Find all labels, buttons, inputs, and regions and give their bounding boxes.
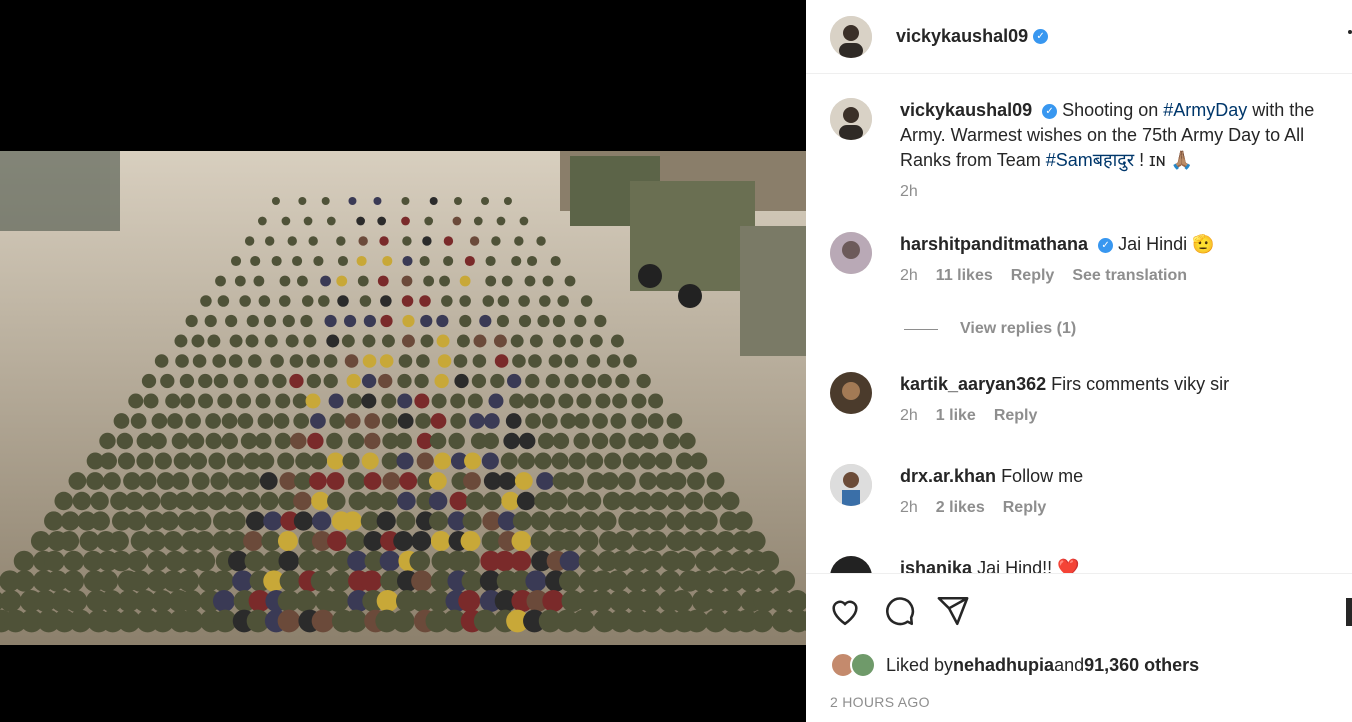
liker-username[interactable]: nehadhupia: [953, 655, 1054, 676]
post-timestamp: 2 HOURS AGO: [830, 694, 930, 710]
caption-avatar[interactable]: [830, 98, 872, 140]
commenter-username[interactable]: drx.ar.khan: [900, 466, 996, 486]
comment-item: harshitpanditmathana ✓ Jai Hindi 🫡 2h 11…: [830, 232, 1340, 285]
media-area: [0, 0, 806, 722]
caption-username[interactable]: vickykaushal09: [900, 100, 1032, 120]
post-sidebar: vickykaushal09 ✓ vickykaushal09 ✓ Shooti…: [806, 0, 1352, 722]
reply-button[interactable]: Reply: [1011, 267, 1055, 285]
comments-list: vickykaushal09 ✓ Shooting on #ArmyDay wi…: [806, 74, 1352, 573]
instagram-post-view: vickykaushal09 ✓ vickykaushal09 ✓ Shooti…: [0, 0, 1352, 722]
caption-time: 2h: [900, 183, 918, 200]
comment-time: 2h: [900, 407, 918, 424]
comment-text: Jai Hind!! ❤️: [977, 558, 1080, 573]
comment-likes[interactable]: 11 likes: [936, 267, 993, 285]
comment-text: Follow me: [1001, 466, 1084, 486]
comment-likes[interactable]: 1 like: [936, 407, 976, 425]
comment-text: Firs comments viky sir: [1051, 374, 1230, 394]
commenter-avatar[interactable]: [830, 556, 872, 573]
save-icon[interactable]: [1346, 598, 1352, 626]
hashtag-link[interactable]: #ArmyDay: [1163, 100, 1247, 120]
reply-button[interactable]: Reply: [1003, 499, 1047, 517]
verified-icon: ✓: [1033, 29, 1049, 44]
heart-icon[interactable]: [828, 594, 862, 628]
hashtag-link[interactable]: #Samबहादुर: [1046, 150, 1134, 170]
comment-time: 2h: [900, 267, 918, 284]
view-replies-label: View replies (1): [960, 320, 1077, 337]
comment-time: 2h: [900, 499, 918, 516]
comment-likes[interactable]: 2 likes: [936, 499, 985, 517]
reply-button[interactable]: Reply: [994, 407, 1038, 425]
liker-avatars: [830, 652, 876, 678]
commenter-username[interactable]: harshitpanditmathana: [900, 234, 1088, 254]
commenter-username[interactable]: kartik_aaryan362: [900, 374, 1046, 394]
post-actions: Liked by nehadhupia and 91,360 others 2 …: [806, 573, 1352, 722]
comment-item: ishanika Jai Hind!! ❤️: [830, 556, 1340, 573]
comment-item: drx.ar.khan Follow me 2h 2 likes Reply: [830, 464, 1340, 517]
divider: [904, 328, 938, 330]
likes-summary[interactable]: Liked by nehadhupia and 91,360 others: [830, 652, 1199, 678]
post-header: vickykaushal09 ✓: [806, 0, 1352, 74]
comment-text: Jai Hindi 🫡: [1118, 234, 1215, 254]
commenter-username[interactable]: ishanika: [900, 558, 972, 573]
comment-item: kartik_aaryan362 Firs comments viky sir …: [830, 372, 1340, 425]
commenter-avatar[interactable]: [830, 464, 872, 506]
post-photo[interactable]: [0, 151, 806, 645]
caption-item: vickykaushal09 ✓ Shooting on #ArmyDay wi…: [830, 98, 1340, 201]
caption-part: ! ɪɴ 🙏🏽: [1134, 150, 1193, 170]
caption-part: Shooting on: [1062, 100, 1164, 120]
comment-icon[interactable]: [882, 594, 916, 628]
commenter-avatar[interactable]: [830, 232, 872, 274]
more-icon[interactable]: [1348, 30, 1352, 34]
likes-count[interactable]: 91,360 others: [1084, 655, 1199, 676]
author-avatar[interactable]: [830, 15, 872, 58]
likes-prefix: Liked by: [886, 654, 954, 675]
caption-text: vickykaushal09 ✓ Shooting on #ArmyDay wi…: [900, 98, 1340, 173]
share-icon[interactable]: [936, 594, 970, 628]
verified-icon: ✓: [1042, 103, 1058, 119]
view-replies-button[interactable]: View replies (1): [904, 320, 1076, 338]
commenter-avatar[interactable]: [830, 372, 872, 414]
author-username[interactable]: vickykaushal09: [896, 26, 1028, 47]
verified-icon: ✓: [1098, 237, 1114, 253]
likes-mid: and: [1054, 654, 1085, 675]
see-translation-button[interactable]: See translation: [1072, 267, 1187, 285]
